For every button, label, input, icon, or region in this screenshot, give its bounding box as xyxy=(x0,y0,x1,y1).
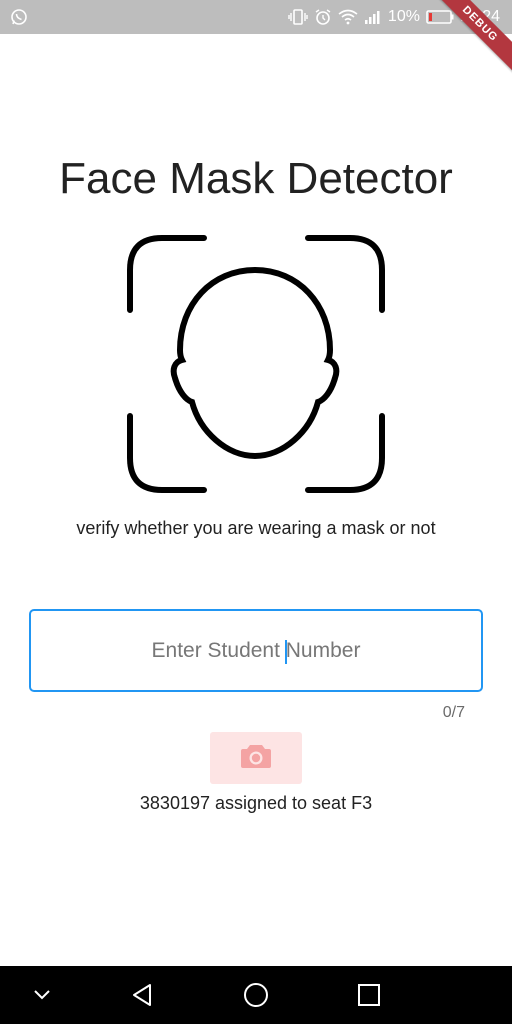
alarm-icon xyxy=(314,8,332,26)
character-counter: 0/7 xyxy=(442,704,465,721)
battery-icon xyxy=(426,10,454,24)
status-bar: 10% 17:24 xyxy=(0,0,512,34)
home-icon[interactable] xyxy=(226,966,286,1024)
seat-assignment-text: 3830197 assigned to seat F3 xyxy=(139,793,373,813)
wifi-icon xyxy=(338,9,358,25)
recents-icon[interactable] xyxy=(339,966,399,1024)
chevron-down-icon[interactable] xyxy=(12,966,72,1024)
face-scan-icon xyxy=(122,232,388,496)
student-number-input[interactable] xyxy=(31,611,481,690)
text-cursor xyxy=(285,640,287,664)
navigation-bar xyxy=(0,966,512,1024)
capture-button[interactable] xyxy=(210,732,302,784)
student-number-field[interactable] xyxy=(29,609,483,692)
camera-icon xyxy=(240,743,272,774)
subtitle: verify whether you are wearing a mask or… xyxy=(76,518,436,538)
vibrate-icon xyxy=(288,9,308,25)
whatsapp-icon xyxy=(10,8,28,26)
back-icon[interactable] xyxy=(112,966,172,1024)
page-title: Face Mask Detector xyxy=(59,154,453,203)
signal-icon xyxy=(364,9,382,25)
battery-percent: 10% xyxy=(387,8,420,25)
